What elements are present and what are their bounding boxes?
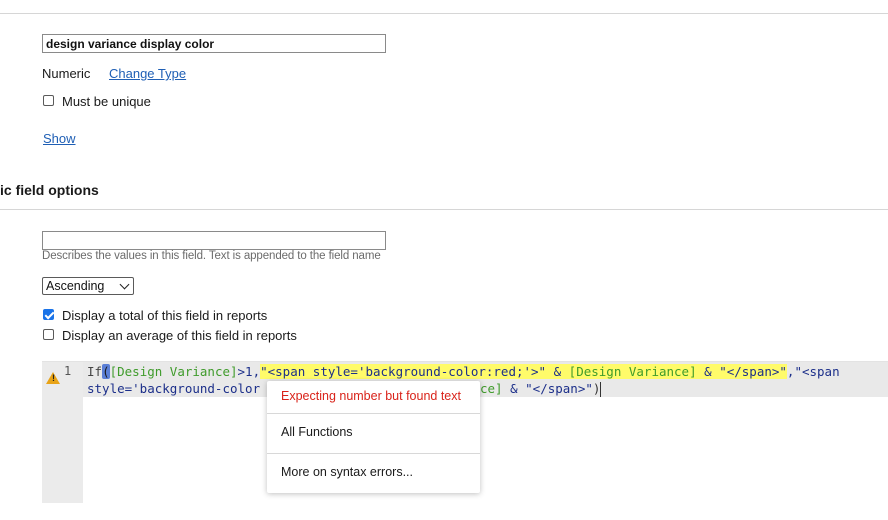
code-token: &: [696, 364, 720, 379]
code-token: [Design Variance]: [109, 364, 238, 379]
code-line-1: If([Design Variance]>1,"<span style='bac…: [87, 363, 840, 380]
units-hint: Describes the values in this field. Text…: [42, 250, 381, 262]
code-token: style='background-color: [87, 381, 261, 396]
show-link[interactable]: Show: [43, 131, 76, 146]
section-title: ic field options: [0, 182, 99, 198]
code-line-2: style='background-color: [87, 380, 260, 397]
popup-divider: [267, 453, 480, 454]
code-token: ): [592, 381, 601, 396]
code-token: "<span style='background-color:red;'>": [260, 364, 547, 379]
all-functions-menu-item[interactable]: All Functions: [281, 425, 353, 439]
display-total-checkbox[interactable]: [43, 309, 54, 320]
code-line-2-tail: ce] & "</span>"): [480, 380, 602, 397]
sort-order-value: Ascending: [46, 279, 105, 293]
display-total-label: Display a total of this field in reports: [62, 308, 268, 323]
error-popup: Expecting number but found text All Func…: [267, 381, 480, 493]
warning-mark: !: [52, 373, 55, 383]
code-token: If: [87, 364, 103, 379]
code-token: "</span>": [719, 364, 787, 379]
code-token: "</span>": [525, 381, 593, 396]
code-token: &: [502, 381, 526, 396]
change-type-link[interactable]: Change Type: [109, 66, 186, 81]
display-average-checkbox[interactable]: [43, 329, 54, 340]
editor-gutter: ! 1: [42, 362, 83, 503]
code-token: [Design Variance]: [568, 364, 697, 379]
sort-order-select[interactable]: Ascending: [42, 277, 134, 295]
code-token: (: [102, 364, 110, 379]
code-token: >1,: [237, 364, 261, 379]
display-average-label: Display an average of this field in repo…: [62, 328, 297, 343]
field-name-input[interactable]: [42, 34, 386, 53]
code-token: "<span: [794, 364, 840, 379]
field-type-label: Numeric: [42, 66, 91, 81]
chevron-down-icon: [119, 279, 130, 290]
units-input[interactable]: [42, 231, 386, 250]
syntax-errors-menu-item[interactable]: More on syntax errors...: [281, 465, 413, 479]
code-token: ce]: [480, 381, 503, 396]
line-number: 1: [64, 364, 72, 378]
top-divider: [0, 13, 888, 14]
code-token: &: [546, 364, 569, 379]
must-be-unique-checkbox[interactable]: [43, 95, 54, 106]
section-divider: [0, 209, 888, 210]
text-cursor: [600, 382, 602, 397]
must-be-unique-label: Must be unique: [62, 94, 151, 109]
popup-divider: [267, 413, 480, 414]
syntax-error-message: Expecting number but found text: [281, 389, 461, 403]
